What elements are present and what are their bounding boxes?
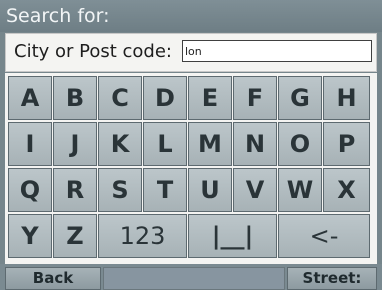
- key-p[interactable]: P: [323, 122, 370, 166]
- key-i[interactable]: I: [8, 122, 52, 166]
- key-n[interactable]: N: [233, 122, 277, 166]
- backspace-key[interactable]: <-: [278, 214, 370, 258]
- key-u[interactable]: U: [188, 168, 232, 212]
- key-r[interactable]: R: [53, 168, 97, 212]
- key-o[interactable]: O: [278, 122, 322, 166]
- key-h[interactable]: H: [323, 76, 370, 120]
- key-c[interactable]: C: [98, 76, 142, 120]
- key-v[interactable]: V: [233, 168, 277, 212]
- key-b[interactable]: B: [53, 76, 97, 120]
- key-j[interactable]: J: [53, 122, 97, 166]
- key-z[interactable]: Z: [53, 214, 97, 258]
- search-input[interactable]: [182, 40, 372, 62]
- key-w[interactable]: W: [278, 168, 322, 212]
- space-key[interactable]: |__|: [188, 214, 277, 258]
- page-title: Search for:: [0, 0, 382, 32]
- search-label: City or Post code:: [14, 41, 172, 62]
- key-q[interactable]: Q: [8, 168, 52, 212]
- toolbar-spacer: [103, 267, 285, 290]
- back-button[interactable]: Back: [5, 267, 101, 290]
- key-t[interactable]: T: [143, 168, 187, 212]
- search-panel: City or Post code:: [5, 33, 377, 72]
- key-g[interactable]: G: [278, 76, 322, 120]
- key-d[interactable]: D: [143, 76, 187, 120]
- numbers-key[interactable]: 123: [98, 214, 187, 258]
- key-a[interactable]: A: [8, 76, 52, 120]
- key-y[interactable]: Y: [8, 214, 52, 258]
- key-l[interactable]: L: [143, 122, 187, 166]
- bottom-toolbar: Back Street:: [0, 264, 382, 290]
- screen: Search for: City or Post code: A B C D E…: [0, 0, 382, 290]
- key-x[interactable]: X: [323, 168, 370, 212]
- key-m[interactable]: M: [188, 122, 232, 166]
- on-screen-keyboard: A B C D E F G H I J K L M N O P Q R S T …: [5, 73, 377, 264]
- street-button[interactable]: Street:: [287, 267, 377, 290]
- key-k[interactable]: K: [98, 122, 142, 166]
- key-e[interactable]: E: [188, 76, 232, 120]
- key-f[interactable]: F: [233, 76, 277, 120]
- key-s[interactable]: S: [98, 168, 142, 212]
